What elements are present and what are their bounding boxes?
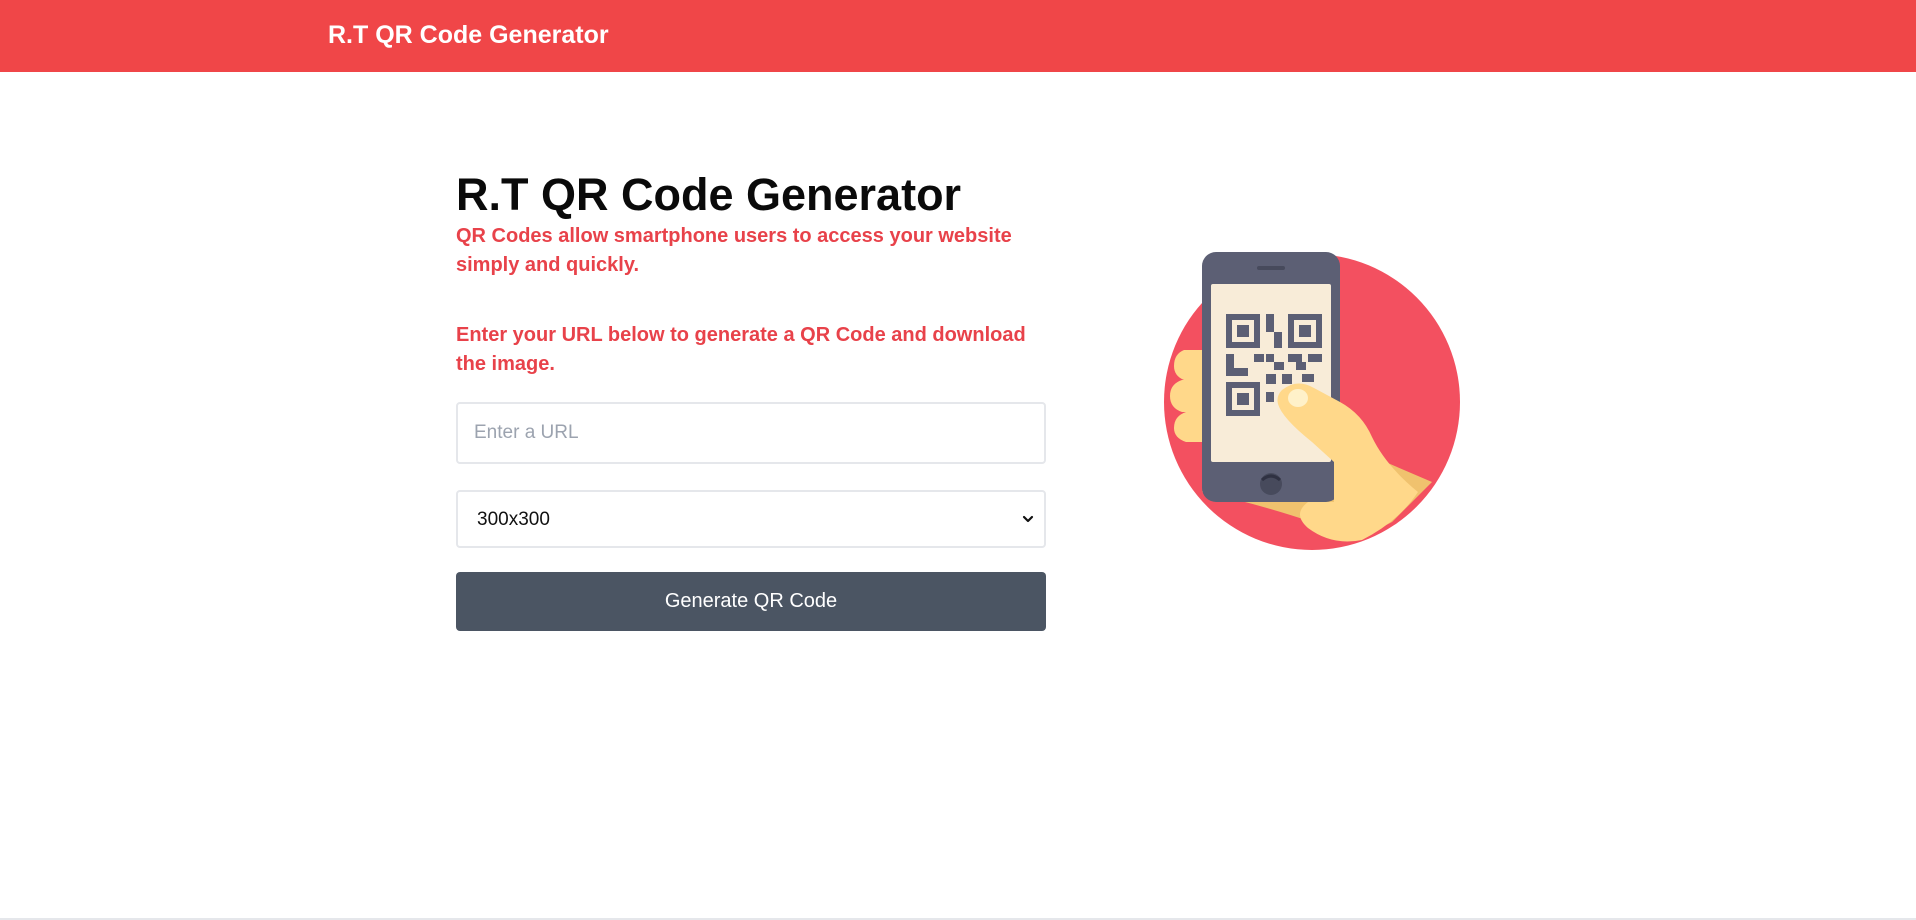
generator-form: R.T QR Code Generator QR Codes allow sma… [456,165,1046,631]
hand-holding-phone-qr-icon [1164,252,1460,550]
top-navbar: R.T QR Code Generator [0,0,1916,72]
size-select-value: 300x300 [477,509,550,530]
url-input[interactable] [456,402,1046,464]
generate-button[interactable]: Generate QR Code [456,572,1046,631]
brand-title[interactable]: R.T QR Code Generator [328,20,609,50]
description-text: QR Codes allow smartphone users to acces… [456,225,1012,276]
chevron-down-icon [1022,515,1034,523]
page-title: R.T QR Code Generator [456,169,962,220]
size-select[interactable]: 300x300 [456,490,1046,548]
instructions-text: Enter your URL below to generate a QR Co… [456,324,1026,375]
